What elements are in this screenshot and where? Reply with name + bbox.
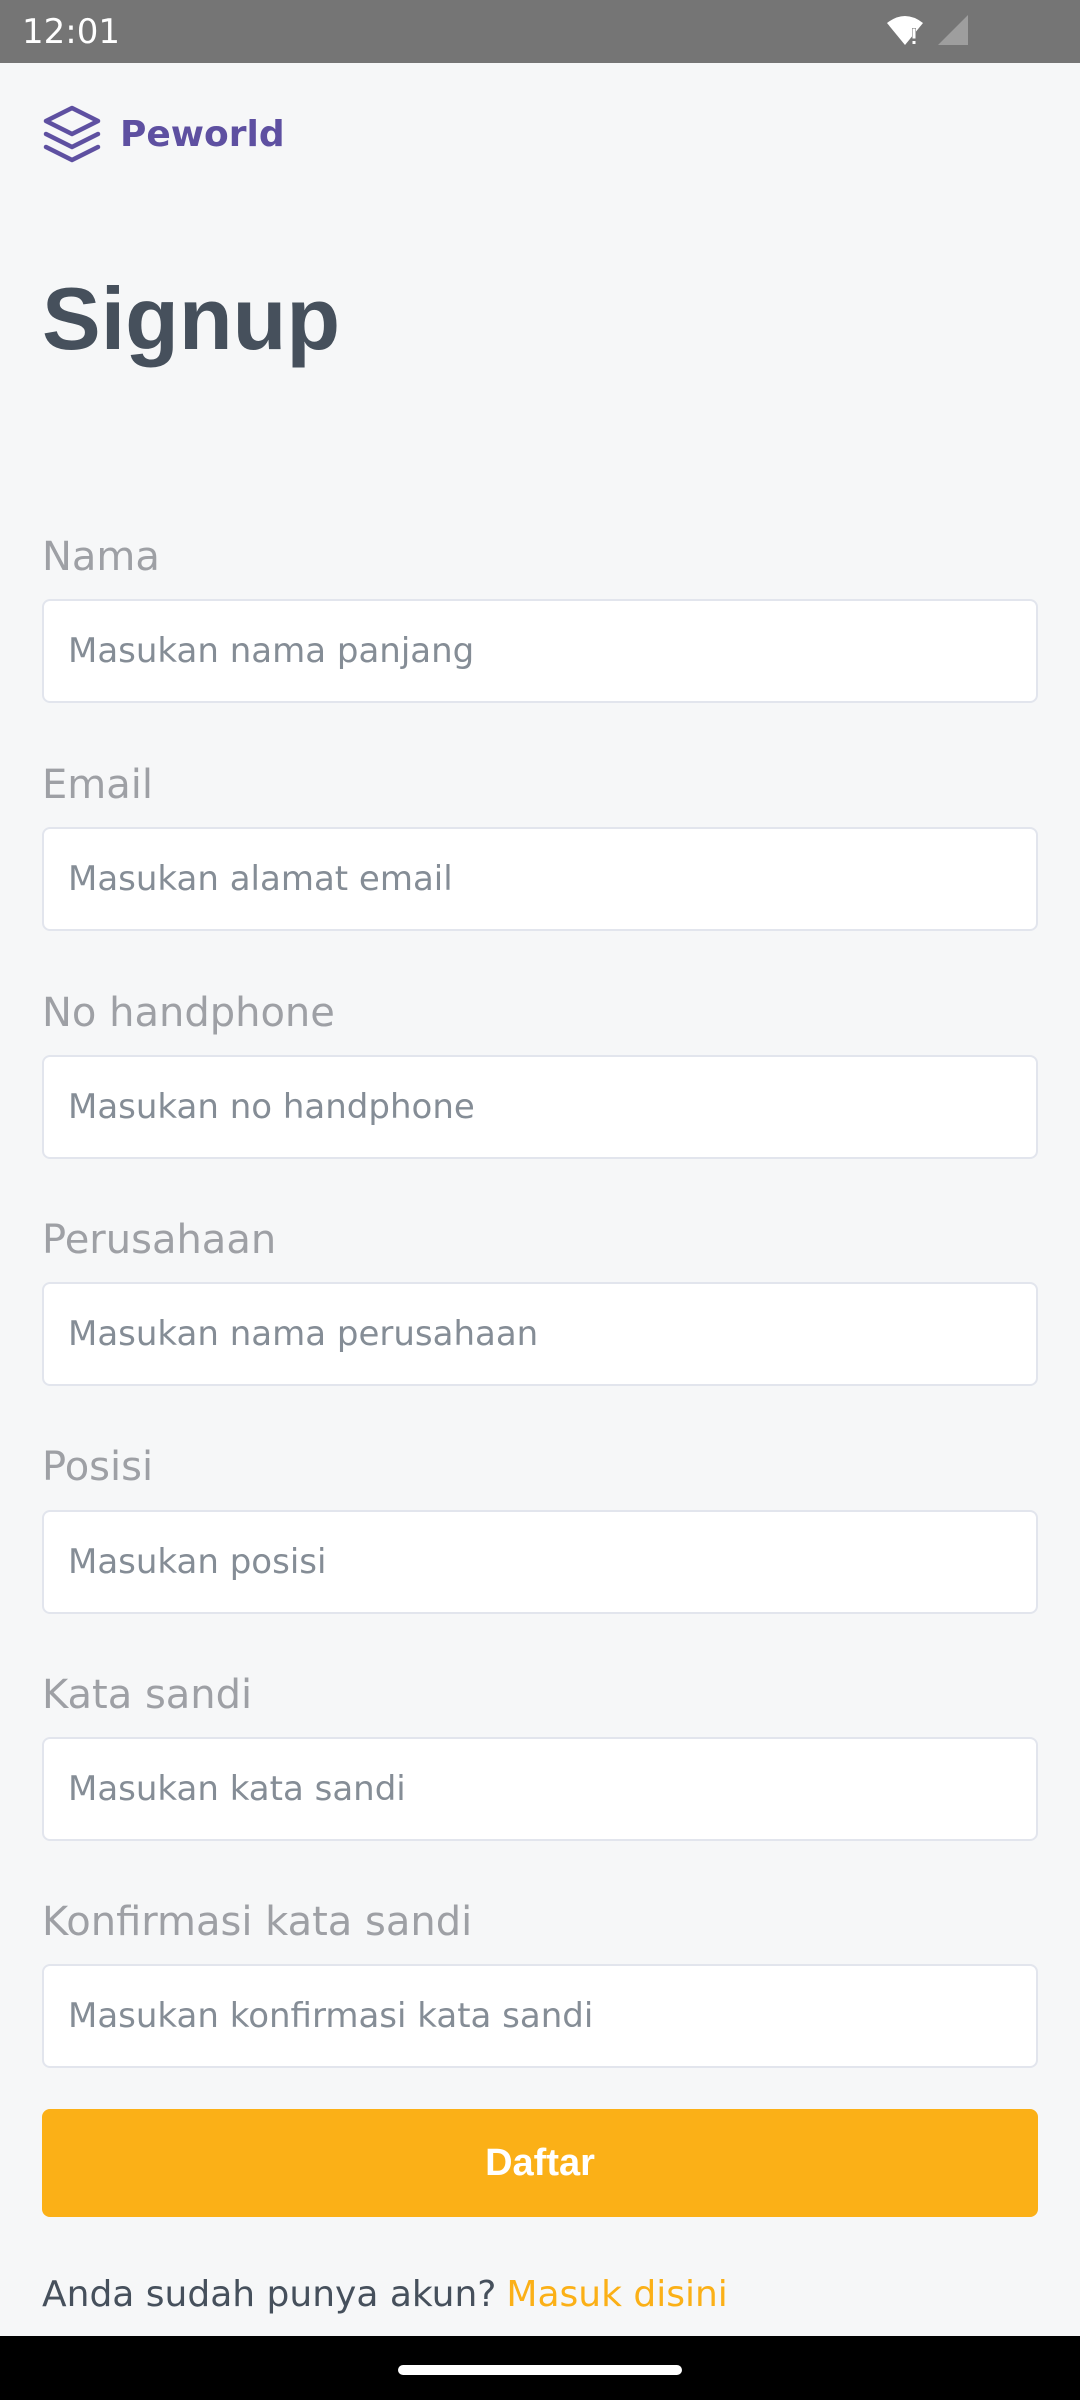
layers-icon [43, 105, 101, 163]
position-input[interactable] [42, 1510, 1038, 1614]
status-bar: 12:01 [0, 0, 1080, 63]
company-input[interactable] [42, 1282, 1038, 1386]
navigation-bar [0, 2336, 1080, 2400]
password-input[interactable] [42, 1737, 1038, 1841]
position-label: Posisi [42, 1444, 154, 1490]
login-prompt-row: Anda sudah punya akun? Masuk disini [42, 2274, 728, 2315]
name-input[interactable] [42, 599, 1038, 703]
password-label: Kata sandi [42, 1672, 253, 1718]
brand-name: Peworld [120, 113, 285, 155]
register-button[interactable]: Daftar [42, 2109, 1038, 2217]
phone-label: No handphone [42, 990, 335, 1036]
cell-signal-icon [938, 15, 968, 45]
login-link[interactable]: Masuk disini [506, 2274, 727, 2315]
brand-logo: Peworld [42, 104, 285, 164]
confirm-password-input[interactable] [42, 1964, 1038, 2068]
status-time: 12:01 [22, 12, 120, 52]
name-label: Nama [42, 534, 160, 580]
email-label: Email [42, 762, 153, 808]
confirm-password-label: Konfirmasi kata sandi [42, 1899, 473, 1945]
email-input[interactable] [42, 827, 1038, 931]
wifi-alert-icon [887, 16, 923, 45]
page-title: Signup [42, 269, 341, 368]
login-prompt-text: Anda sudah punya akun? [42, 2274, 497, 2315]
home-gesture-handle[interactable] [398, 2365, 682, 2375]
status-icons [886, 14, 968, 46]
company-label: Perusahaan [42, 1217, 277, 1263]
phone-input[interactable] [42, 1055, 1038, 1159]
